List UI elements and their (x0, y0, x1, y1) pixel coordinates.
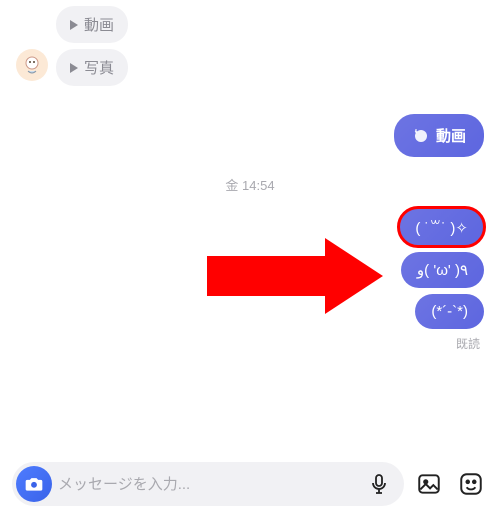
chat-scroll[interactable]: 動画 写真 動画 金 14:54 ( ˙ (0, 0, 500, 452)
outgoing-media-label: 動画 (436, 125, 466, 146)
message-input[interactable] (58, 476, 356, 493)
avatar-image (18, 51, 46, 79)
outgoing-text-bubble[interactable]: (*´-`*) (415, 294, 484, 329)
message-row-outgoing: و( 'ω' )٩ (16, 252, 484, 288)
message-row-outgoing: (*´-`*) (16, 294, 484, 329)
camera-button[interactable] (16, 466, 52, 502)
camera-icon (24, 474, 44, 494)
composer-pill (12, 462, 404, 506)
sparkle-icon (412, 127, 430, 145)
message-row-outgoing: 動画 (16, 114, 484, 157)
timestamp-divider: 金 14:54 (16, 175, 484, 194)
play-icon (70, 20, 78, 30)
read-receipt: 既読 (16, 335, 484, 352)
incoming-media-label: 写真 (84, 57, 114, 78)
play-icon (70, 63, 78, 73)
image-icon (416, 471, 442, 497)
message-text: ( ˙꒳​˙ )✧ (415, 217, 468, 237)
message-text: (*´-`*) (431, 303, 468, 320)
voice-button[interactable] (362, 467, 396, 501)
avatar[interactable] (16, 49, 48, 81)
gallery-button[interactable] (412, 467, 446, 501)
outgoing-text-bubble[interactable]: و( 'ω' )٩ (401, 252, 484, 288)
outgoing-text-bubble-highlighted[interactable]: ( ˙꒳​˙ )✧ (399, 208, 484, 246)
message-text: و( 'ω' )٩ (417, 261, 468, 279)
message-row-outgoing: ( ˙꒳​˙ )✧ (16, 208, 484, 246)
outgoing-media-bubble-video[interactable]: 動画 (394, 114, 484, 157)
microphone-icon (367, 472, 391, 496)
sticker-button[interactable] (454, 467, 488, 501)
message-row-incoming: 写真 (16, 49, 484, 86)
composer-bar (0, 452, 500, 516)
message-row-incoming: 動画 (16, 6, 484, 43)
incoming-media-label: 動画 (84, 14, 114, 35)
incoming-media-bubble-video[interactable]: 動画 (56, 6, 128, 43)
incoming-media-bubble-photo[interactable]: 写真 (56, 49, 128, 86)
sticker-icon (458, 471, 484, 497)
